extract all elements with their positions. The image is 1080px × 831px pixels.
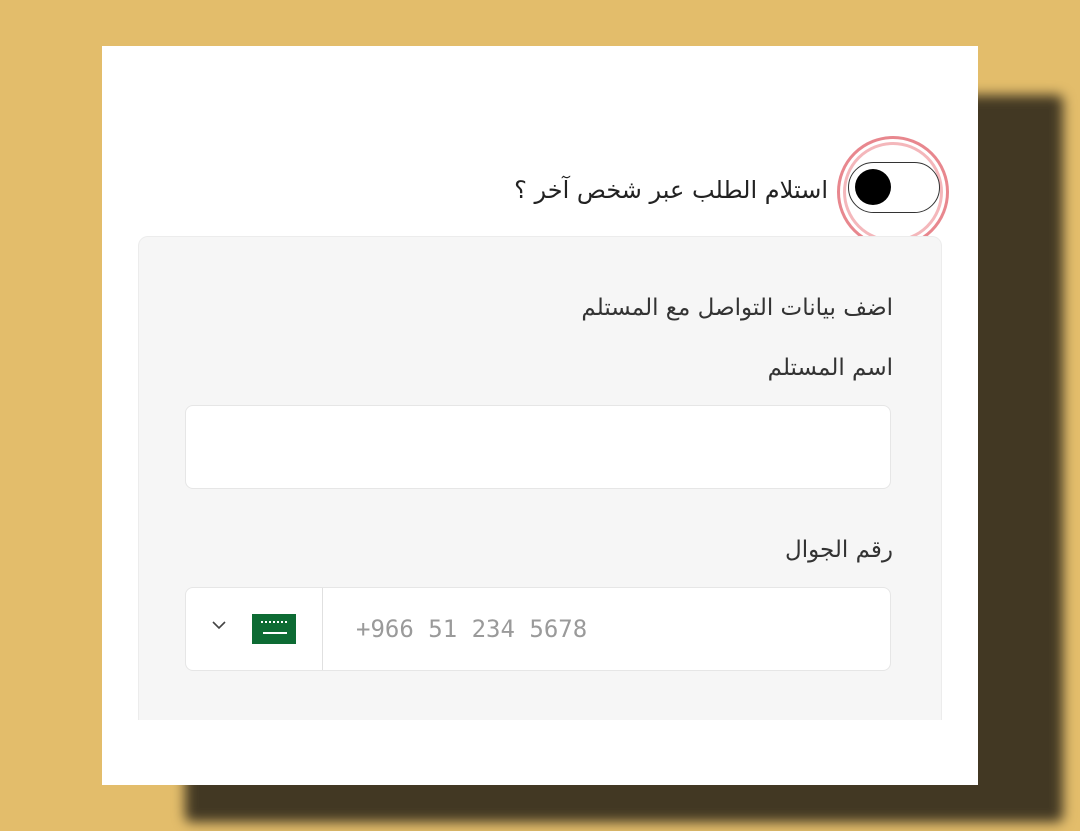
toggle-knob [855, 169, 891, 205]
other-recipient-toggle-label: استلام الطلب عبر شخص آخر ؟ [514, 176, 828, 204]
recipient-details-panel: اضف بيانات التواصل مع المستلم اسم المستل… [138, 236, 942, 785]
recipient-name-input[interactable] [185, 405, 891, 489]
other-recipient-toggle[interactable] [848, 162, 940, 213]
saudi-arabia-flag-icon [252, 614, 296, 644]
other-recipient-toggle-row: استلام الطلب عبر شخص آخر ؟ [102, 136, 978, 248]
phone-input[interactable] [336, 588, 856, 670]
country-code-select[interactable] [186, 588, 323, 670]
section-title: اضف بيانات التواصل مع المستلم [581, 295, 893, 321]
recipient-name-label: اسم المستلم [767, 355, 893, 381]
recipient-card: استلام الطلب عبر شخص آخر ؟ اضف بيانات ال… [102, 46, 978, 785]
chevron-down-icon [212, 621, 226, 630]
phone-field [185, 587, 891, 671]
phone-label: رقم الجوال [785, 537, 893, 563]
card-bottom [102, 720, 978, 785]
